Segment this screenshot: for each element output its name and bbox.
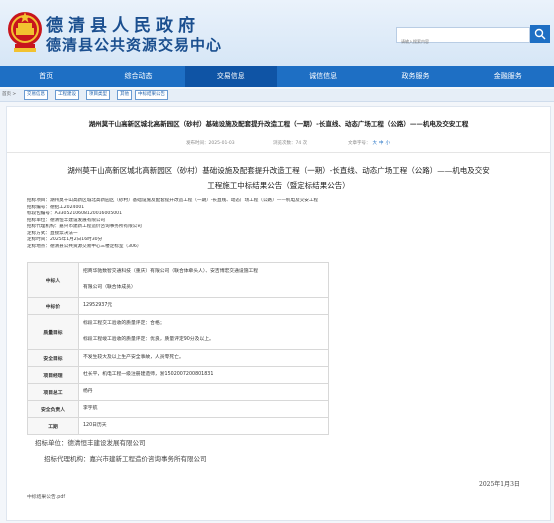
breadcrumb-item[interactable]: 工程建设 — [55, 90, 79, 100]
divider — [7, 152, 550, 153]
announcement-heading: 湖州莫干山高新区城北高新园区（砂村）基础设施及配套提升改造工程（一期）-长直线、… — [7, 163, 550, 193]
bidder-line: 有限公司（联合体成员） — [83, 285, 136, 290]
nav-home[interactable]: 首页 — [0, 66, 92, 87]
tenderer: 招标单位：德清恒丰建设发展有限公司 — [35, 439, 146, 447]
table-value: 杜长平，机电工程一级注册建造师，浙1502007200801831 — [78, 366, 329, 384]
table-row: 工期 120日历天 — [27, 417, 329, 435]
table-row: 中标价 12952937元 — [27, 297, 329, 315]
table-value: 李宇航 — [78, 400, 329, 418]
search-icon — [534, 28, 546, 40]
search-button[interactable] — [530, 25, 550, 43]
nav-trade-info[interactable]: 交易信息 — [184, 66, 277, 87]
table-key: 质量目标 — [27, 314, 79, 350]
nav-finance-service[interactable]: 金融服务 — [462, 66, 554, 87]
article-title: 湖州莫干山高新区城北高新园区（砂村）基础设施及配套提升改造工程（一期）-长直线、… — [88, 120, 469, 128]
info-line: 定标地点：德清县公共资源交易中心三楼定标室（306） — [27, 243, 142, 249]
table-value: 12952937元 — [78, 297, 329, 315]
site-subtitle: 德清县公共资源交易中心 — [46, 36, 223, 54]
table-value: 不发生较大及以上生产安全事故，人员零死亡。 — [78, 349, 329, 367]
document-date: 2025年1月3日 — [479, 481, 520, 488]
nav-credit-info[interactable]: 诚信信息 — [277, 66, 369, 87]
table-row: 项目经理 杜长平，机电工程一级注册建造师，浙1502007200801831 — [27, 366, 329, 384]
national-emblem-icon — [8, 12, 42, 52]
table-key: 工期 — [27, 417, 79, 435]
table-row: 安全负责人 李宇航 — [27, 400, 329, 418]
quality-line: 标段工程竣工验收的质量评定：优良，质量评定90分及以上。 — [83, 337, 214, 342]
attachment-link[interactable]: 中标结果公告.pdf — [27, 493, 65, 500]
nav-news[interactable]: 综合动态 — [92, 66, 184, 87]
font-size-medium[interactable]: 中 — [379, 141, 384, 146]
main-nav: 首页 综合动态 交易信息 诚信信息 政务服务 金融服务 — [0, 66, 554, 87]
breadcrumb-item[interactable]: 项目类型 — [86, 90, 110, 100]
table-row: 安全目标 不发生较大及以上生产安全事故，人员零死亡。 — [27, 349, 329, 367]
bidder-line: 招商华驰数智交通科技（重庆）有限公司（联合体牵头人）、安吉博宏交通设施工程 — [83, 269, 259, 274]
table-value: 120日历天 — [78, 417, 329, 435]
table-key: 项目经理 — [27, 366, 79, 384]
quality-line: 标段工程交工验收的质量评定：合格； — [83, 321, 165, 326]
tender-info: 招标项目：湖州莫干山高新区城北高新园区（砂村）基础设施及配套提升改造工程（一期）… — [27, 198, 537, 250]
table-row: 中标人 招商华驰数智交通科技（重庆）有限公司（联合体牵头人）、安吉博宏交通设施工… — [27, 262, 329, 298]
breadcrumb-item[interactable]: 交易信息 — [24, 90, 48, 100]
search-box — [396, 27, 530, 49]
site-header: 德清县人民政府 德清县公共资源交易中心 — [0, 0, 554, 66]
publish-time: 发布时间：2025-01-03 — [186, 141, 235, 146]
table-key: 项目总工 — [27, 383, 79, 401]
heading-line: 工程施工中标结果公告（暨定标结果公告） — [207, 181, 350, 190]
table-key: 安全目标 — [27, 349, 79, 367]
table-key: 中标价 — [27, 297, 79, 315]
heading-line: 湖州莫干山高新区城北高新园区（砂村）基础设施及配套提升改造工程（一期）-长直线、… — [67, 166, 490, 175]
nav-gov-service[interactable]: 政务服务 — [369, 66, 461, 87]
table-key: 中标人 — [27, 262, 79, 298]
search-input[interactable] — [397, 34, 529, 49]
font-size-switch: 文章字号：大中小 — [348, 140, 390, 146]
table-row: 项目总工 杨丹 — [27, 383, 329, 401]
view-count: 浏览次数：74 次 — [273, 141, 308, 146]
font-size-small[interactable]: 小 — [386, 141, 391, 146]
breadcrumb-item[interactable]: 中标结果公告 — [135, 90, 168, 100]
table-row: 质量目标 标段工程交工验收的质量评定：合格； 标段工程竣工验收的质量评定：优良，… — [27, 314, 329, 350]
table-value: 招商华驰数智交通科技（重庆）有限公司（联合体牵头人）、安吉博宏交通设施工程 有限… — [78, 262, 329, 298]
table-value: 标段工程交工验收的质量评定：合格； 标段工程竣工验收的质量评定：优良，质量评定9… — [78, 314, 329, 350]
site-title: 德清县人民政府 — [46, 16, 200, 36]
font-size-label: 文章字号： — [348, 141, 371, 146]
breadcrumb: 首页 > 交易信息 工程建设 项目类型 其他 中标结果公告 — [0, 89, 554, 102]
breadcrumb-item[interactable]: 其他 — [117, 90, 132, 100]
table-key: 安全负责人 — [27, 400, 79, 418]
breadcrumb-home[interactable]: 首页 > — [2, 89, 16, 101]
article-panel: 湖州莫干山高新区城北高新园区（砂村）基础设施及配套提升改造工程（一期）-长直线、… — [6, 106, 551, 521]
table-value: 杨丹 — [78, 383, 329, 401]
award-table: 中标人 招商华驰数智交通科技（重庆）有限公司（联合体牵头人）、安吉博宏交通设施工… — [27, 262, 329, 435]
font-size-large[interactable]: 大 — [373, 141, 378, 146]
tender-agency: 招标代理机构：嘉兴市建新工程造价咨询事务所有限公司 — [44, 455, 207, 463]
